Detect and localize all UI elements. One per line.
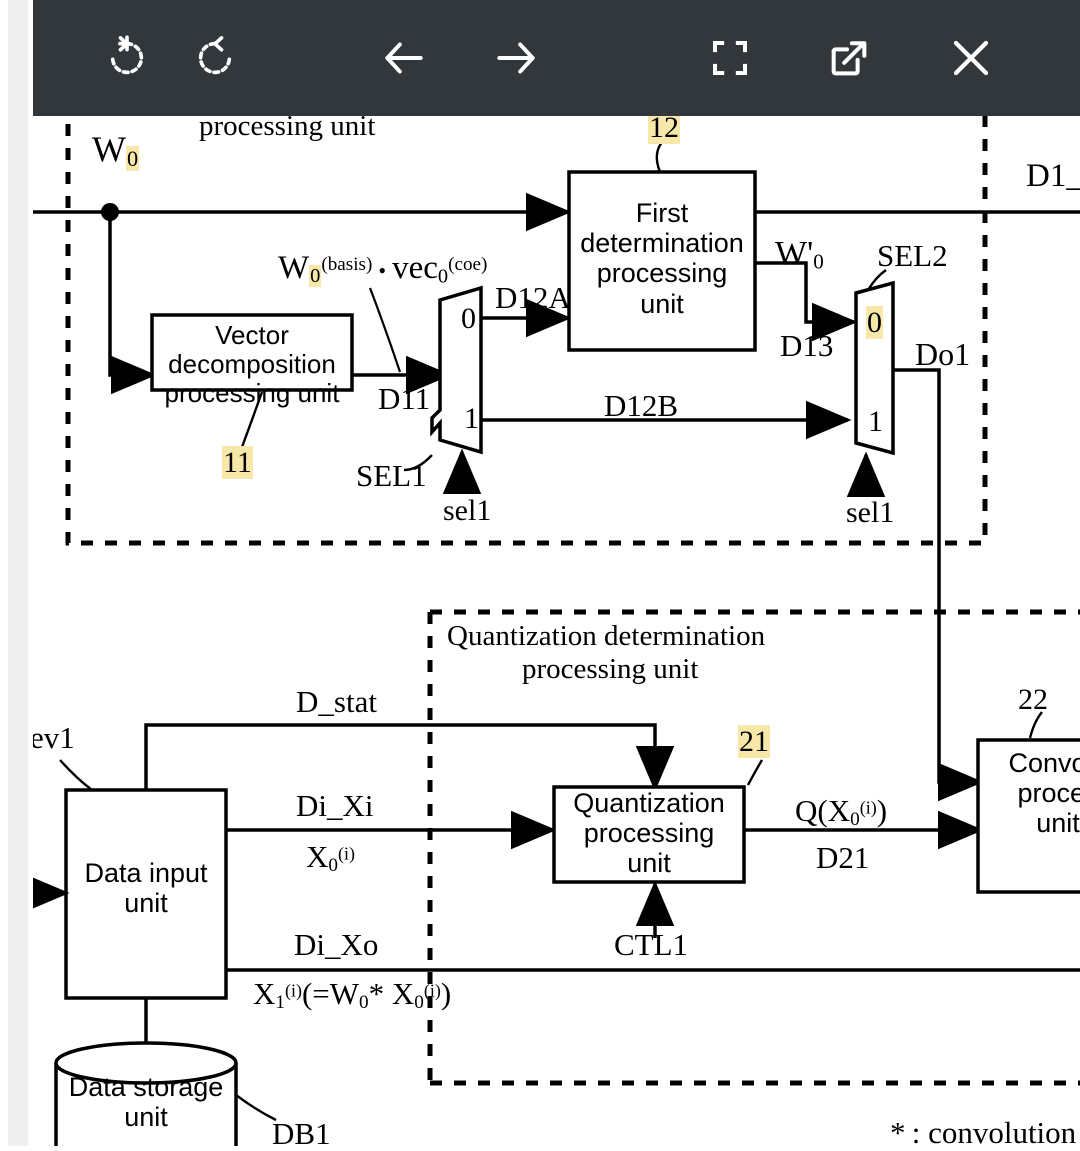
- rotate-left-icon[interactable]: [95, 26, 159, 90]
- ref-numeral-db1: DB1: [272, 1116, 331, 1151]
- signal-label-w0: W0: [92, 129, 140, 171]
- mux-sel2-name: SEL2: [877, 238, 948, 273]
- signal-label-d11: D11: [378, 381, 431, 416]
- ref-numeral-ev1: ev1: [30, 720, 75, 755]
- ds-line1: Data storage: [68, 1072, 224, 1102]
- mux-sel2-control-label: sel1: [846, 496, 895, 529]
- cv-line1: Convolu: [1008, 748, 1080, 778]
- signal-label-x1i-expression: X1(i)(=W0* X0(i)): [253, 976, 452, 1014]
- mux-sel1-input-1: 1: [464, 402, 479, 435]
- figure-vector-layer: [24, 100, 1080, 1146]
- block-data-input-label: Data input unit: [60, 858, 232, 918]
- scrollbar-thumb[interactable]: [16, 0, 28, 1146]
- signal-label-d12b: D12B: [604, 388, 679, 423]
- signal-label-d12a: D12A: [495, 280, 571, 315]
- signal-label-ctl1: CTL1: [614, 927, 689, 962]
- signal-label-d21: D21: [816, 840, 870, 875]
- ds-line2: unit: [124, 1102, 168, 1133]
- signal-label-x0i: X0(i): [306, 839, 355, 877]
- figure-footnote: * : convolution: [890, 1115, 1077, 1150]
- signal-label-do1: Do1: [915, 336, 971, 372]
- di-line1: Data input: [84, 858, 208, 888]
- qp-line2: processing: [583, 818, 715, 849]
- quantization-group-title-line2: processing unit: [522, 653, 699, 685]
- scroll-gutter: [0, 0, 33, 1146]
- patent-figure-canvas: processing unit 12 W0 D1_ W0(basis) • vec0…: [0, 0, 1080, 1151]
- signal-label-w-basis-vec-coe: W0(basis) • vec0(coe): [278, 250, 488, 288]
- block-data-storage-label: Data storage unit: [56, 1072, 236, 1132]
- cv-line2: proces: [1017, 778, 1080, 809]
- signal-label-di-xo: Di_Xo: [294, 927, 379, 962]
- fullscreen-icon[interactable]: [698, 26, 762, 90]
- signal-label-d-stat: D_stat: [296, 684, 377, 719]
- vd-line3: processing unit: [164, 378, 340, 409]
- fd-line2: determination: [580, 228, 744, 259]
- mux-sel2-input-1: 1: [868, 405, 883, 438]
- signal-label-d13: D13: [780, 328, 834, 363]
- cv-line3: unit: [1036, 808, 1080, 839]
- close-icon[interactable]: [939, 26, 1003, 90]
- ref-numeral-12: 12: [648, 111, 680, 144]
- next-arrow-icon[interactable]: [484, 26, 548, 90]
- vd-line1: Vector: [215, 320, 289, 350]
- scrollbar-track[interactable]: [8, 0, 28, 1146]
- fd-line4: unit: [640, 288, 684, 319]
- block-quantization-processing-label: Quantization processing unit: [554, 788, 744, 879]
- rotate-right-icon[interactable]: [183, 26, 247, 90]
- quantization-group-title-line1: Quantization determination: [447, 620, 766, 652]
- vd-line2: decomposition: [168, 349, 336, 380]
- ref-numeral-11: 11: [222, 446, 253, 479]
- block-convolution-label: Convolu proces unit: [978, 748, 1080, 839]
- signal-label-w0-prime: W'0: [775, 235, 824, 274]
- mux-sel1-control-label: sel1: [443, 494, 492, 527]
- fd-line1: First: [635, 198, 689, 228]
- block-first-determination-label: First determination processing unit: [569, 198, 755, 319]
- previous-arrow-icon[interactable]: [372, 26, 436, 90]
- di-line2: unit: [124, 888, 168, 919]
- mux-sel1-input-0: 0: [461, 302, 476, 335]
- qp-line1: Quantization: [573, 788, 725, 818]
- block-vector-decomposition-label: Vector decomposition processing unit: [152, 320, 352, 409]
- open-external-icon[interactable]: [817, 26, 881, 90]
- qp-line3: unit: [627, 848, 671, 879]
- signal-label-di-xi: Di_Xi: [296, 788, 374, 823]
- top-group-title: processing unit: [199, 110, 376, 142]
- signal-label-q-x0i: Q(X0(i)): [795, 793, 888, 831]
- mux-sel1-name: SEL1: [356, 458, 427, 493]
- signal-label-d1-clipped: D1_: [1026, 158, 1080, 194]
- ref-numeral-21: 21: [738, 725, 770, 758]
- viewer-toolbar: [33, 0, 1080, 116]
- ref-numeral-22: 22: [1018, 683, 1048, 716]
- mux-sel2-input-0: 0: [866, 306, 883, 339]
- fd-line3: processing: [596, 258, 728, 289]
